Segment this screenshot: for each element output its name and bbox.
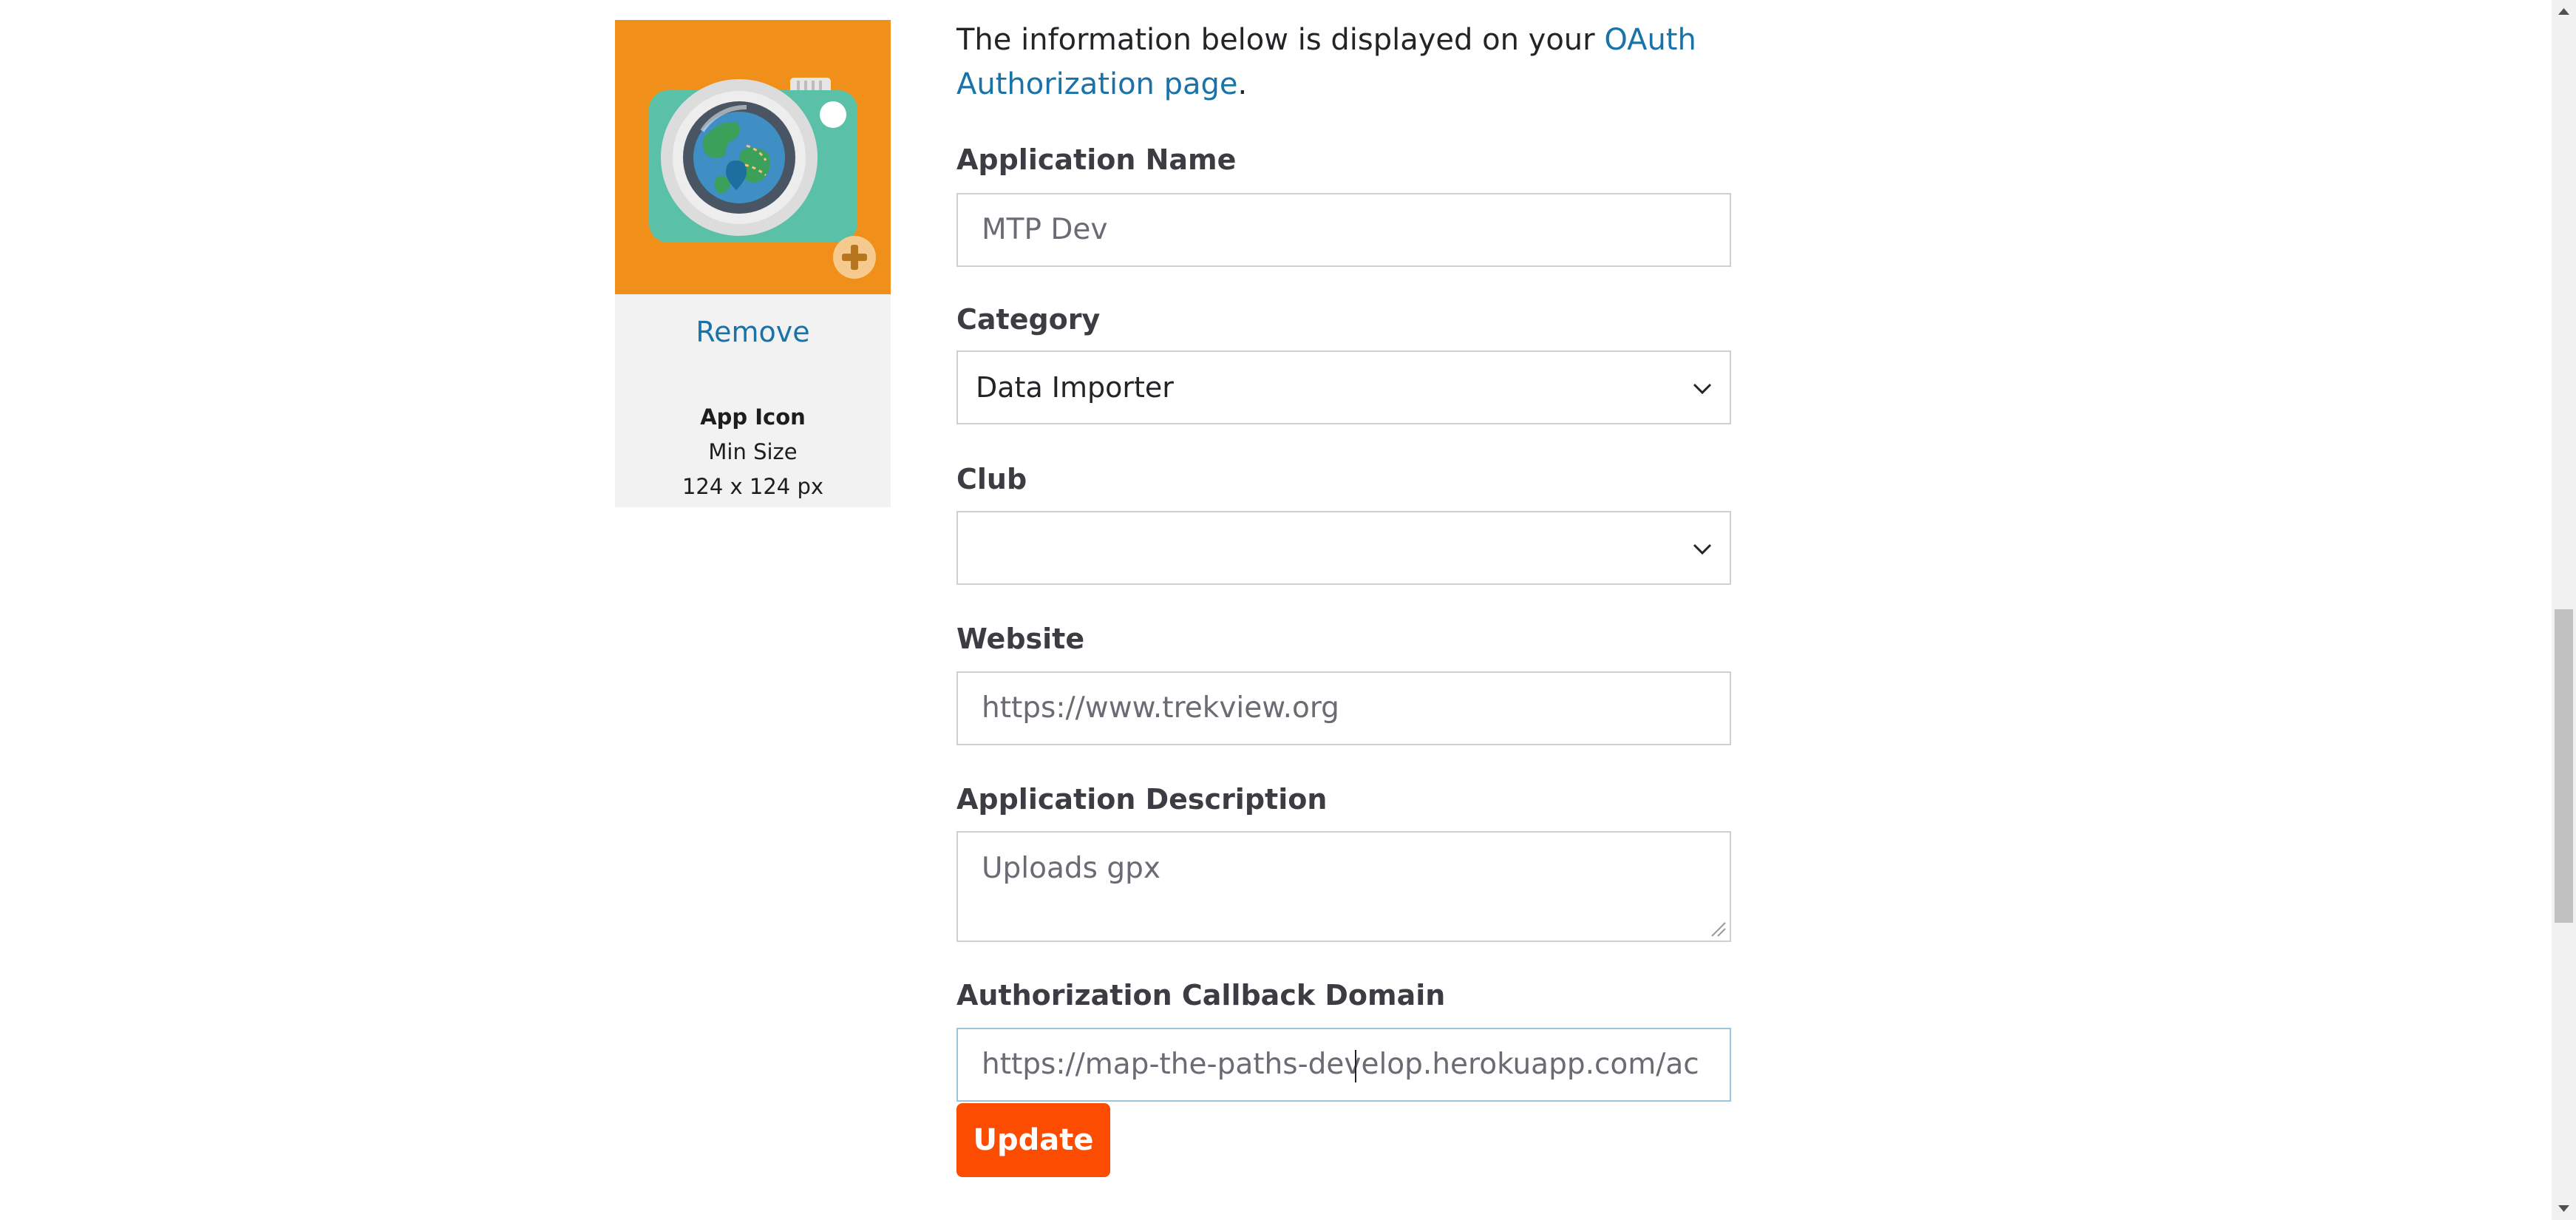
callback-domain-input[interactable]: https://map-the-paths-develop.herokuapp.… [956, 1028, 1731, 1102]
resize-grip-icon[interactable] [1707, 918, 1727, 938]
app-icon-title: App Icon [700, 404, 806, 430]
club-label: Club [956, 463, 1027, 495]
application-description-textarea[interactable]: Uploads gpx [956, 831, 1731, 942]
intro-prefix: The information below is displayed on yo… [956, 23, 1605, 57]
website-label: Website [956, 623, 1085, 655]
application-description-label: Application Description [956, 783, 1328, 816]
application-name-input[interactable]: MTP Dev [956, 193, 1731, 267]
chevron-down-icon [1693, 383, 1712, 395]
page: Remove App Icon Min Size 124 x 124 px Th… [0, 0, 2576, 1220]
update-button[interactable]: Update [956, 1103, 1110, 1177]
app-icon-image[interactable] [615, 20, 891, 294]
add-photo-icon[interactable] [833, 236, 876, 279]
app-icon-size: 124 x 124 px [682, 474, 824, 499]
app-icon-panel: Remove App Icon Min Size 124 x 124 px [615, 20, 891, 507]
scroll-up-arrow-icon[interactable] [2552, 0, 2576, 24]
category-value: Data Importer [976, 371, 1174, 404]
text-caret [1355, 1050, 1356, 1082]
application-name-label: Application Name [956, 143, 1237, 176]
scrollbar-thumb[interactable] [2555, 609, 2573, 923]
intro-text: The information below is displayed on yo… [956, 18, 1770, 106]
callback-domain-label: Authorization Callback Domain [956, 979, 1446, 1011]
app-icon-min-size-label: Min Size [708, 439, 798, 464]
category-label: Category [956, 303, 1101, 336]
website-input[interactable]: https://www.trekview.org [956, 671, 1731, 745]
intro-suffix: . [1237, 67, 1248, 101]
vertical-scrollbar[interactable] [2552, 0, 2576, 1220]
scroll-down-arrow-icon[interactable] [2552, 1196, 2576, 1220]
application-description-value: Uploads gpx [982, 852, 1160, 885]
chevron-down-icon [1693, 543, 1712, 555]
club-select[interactable] [956, 511, 1731, 585]
category-select[interactable]: Data Importer [956, 350, 1731, 424]
callback-domain-value: https://map-the-paths-develop.herokuapp.… [982, 1048, 1699, 1081]
remove-icon-link[interactable]: Remove [615, 316, 891, 348]
